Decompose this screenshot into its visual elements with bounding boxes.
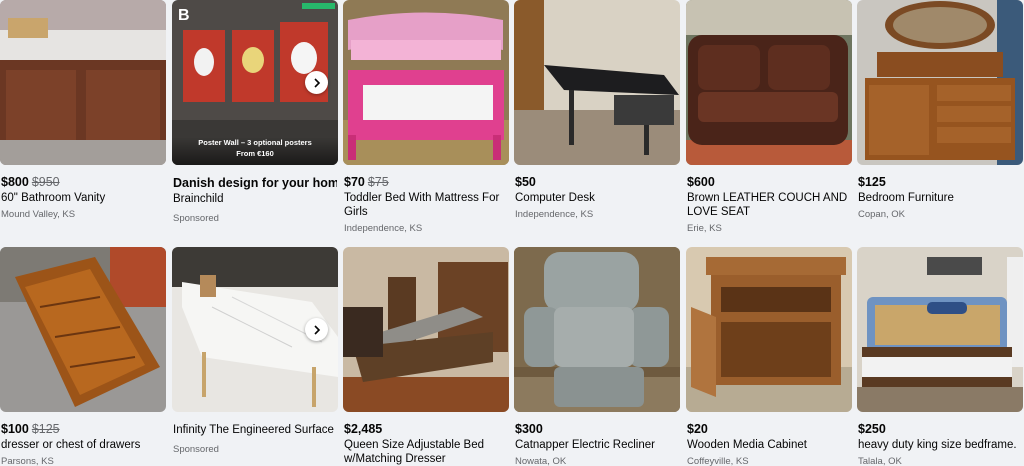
listing-price-line: $100 $125 xyxy=(1,422,165,437)
listing-location: Erie, KS xyxy=(687,223,722,234)
listing-title: dresser or chest of drawers xyxy=(1,439,141,451)
listing-price: $70 xyxy=(344,175,365,189)
listing-price-line: $600 xyxy=(687,175,851,190)
listing-location: Talala, OK xyxy=(858,456,902,466)
listing-title: 60" Bathroom Vanity xyxy=(1,192,106,204)
listing-photo[interactable] xyxy=(857,247,1023,412)
listing-location: Copan, OK xyxy=(858,209,905,220)
listing-price: $800 xyxy=(1,175,29,189)
brand-logo: B xyxy=(178,7,190,24)
listing-price: $300 xyxy=(515,422,543,436)
listing-location: Independence, KS xyxy=(344,223,423,234)
listing-card[interactable]: $300 Catnapper Electric Recliner Nowata,… xyxy=(514,247,680,466)
ad-caption-line-2: From €160 xyxy=(236,149,274,158)
next-image-button[interactable] xyxy=(305,318,328,341)
listing-photo[interactable] xyxy=(343,247,509,412)
listing-card[interactable]: $20 Wooden Media Cabinet Coffeyville, KS xyxy=(686,247,852,466)
listing-card[interactable]: $250 heavy duty king size bedframe. Tala… xyxy=(857,247,1023,466)
listing-old-price: $75 xyxy=(367,175,389,189)
listing-card[interactable]: $50 Computer Desk Independence, KS xyxy=(514,0,680,220)
listing-card[interactable]: $600 Brown LEATHER COUCH AND LOVE SEAT E… xyxy=(686,0,852,234)
listing-price-line: $70 $75 xyxy=(344,175,508,190)
listing-price: $600 xyxy=(687,175,715,189)
listing-price-line: $300 xyxy=(515,422,679,437)
listing-card[interactable]: $2,485 Queen Size Adjustable Bed w/Match… xyxy=(343,247,509,466)
ad-photo[interactable]: B Poster Wall – 3 optional posters From … xyxy=(172,0,338,165)
listing-location: Independence, KS xyxy=(515,209,594,220)
listing-price-line: $50 xyxy=(515,175,679,190)
listing-price: $125 xyxy=(858,175,886,189)
chevron-right-icon xyxy=(313,77,320,88)
listing-price: $50 xyxy=(515,175,536,189)
listing-photo[interactable] xyxy=(0,247,166,412)
sponsored-label: Sponsored xyxy=(173,444,219,455)
listing-photo[interactable] xyxy=(686,0,852,165)
listing-title: Computer Desk xyxy=(515,192,595,204)
listing-row-2: $100 $125 dresser or chest of drawers Par… xyxy=(0,247,1024,466)
listing-price: $250 xyxy=(858,422,886,436)
listing-photo[interactable] xyxy=(857,0,1023,165)
listing-price: $2,485 xyxy=(344,422,383,436)
listing-location: Mound Valley, KS xyxy=(1,209,76,220)
listing-card[interactable]: $100 $125 dresser or chest of drawers Par… xyxy=(0,247,166,466)
ad-caption-line-1: Poster Wall – 3 optional posters xyxy=(198,138,312,147)
listing-location: Coffeyville, KS xyxy=(687,456,749,466)
ad-title: Danish design for your home... xyxy=(173,176,337,190)
rating-stars-badge xyxy=(302,3,335,9)
ad-advertiser: Brainchild xyxy=(173,193,224,205)
next-image-button[interactable] xyxy=(305,71,328,94)
chevron-right-icon xyxy=(313,324,320,335)
listing-title: Wooden Media Cabinet xyxy=(687,439,807,451)
sponsored-card[interactable]: B Poster Wall – 3 optional posters From … xyxy=(172,0,338,224)
listing-location: Parsons, KS xyxy=(1,456,54,466)
listing-price-line: $20 xyxy=(687,422,851,437)
listing-price-line: $2,485 xyxy=(344,422,508,437)
listing-title: Toddler Bed With Mattress For Girls xyxy=(344,192,500,218)
listing-old-price: $950 xyxy=(31,175,60,189)
listing-location: Nowata, OK xyxy=(515,456,567,466)
listing-price-line: $125 xyxy=(858,175,1022,190)
listing-row-1: $800 $950 60" Bathroom Vanity Mound Valle… xyxy=(0,0,1024,234)
listing-card[interactable]: $800 $950 60" Bathroom Vanity Mound Valle… xyxy=(0,0,166,220)
ad-caption: Poster Wall – 3 optional posters From €1… xyxy=(172,137,338,165)
listing-photo[interactable] xyxy=(686,247,852,412)
listing-old-price: $125 xyxy=(31,422,60,436)
sponsored-card[interactable]: Infinity The Engineered Surface Sponsore… xyxy=(172,247,338,466)
listing-title: Queen Size Adjustable Bed w/Matching Dre… xyxy=(344,439,485,465)
listing-title: Catnapper Electric Recliner xyxy=(515,439,655,451)
listing-price-line: $250 xyxy=(858,422,1022,437)
listing-price: $20 xyxy=(687,422,708,436)
listing-title: heavy duty king size bedframe. xyxy=(858,439,1017,451)
listing-photo[interactable] xyxy=(514,0,680,165)
ad-photo[interactable] xyxy=(172,247,338,412)
listing-title: Bedroom Furniture xyxy=(858,192,954,204)
listing-title: Brown LEATHER COUCH AND LOVE SEAT xyxy=(687,192,848,218)
listing-price: $100 xyxy=(1,422,29,436)
listing-card[interactable]: $125 Bedroom Furniture Copan, OK xyxy=(857,0,1023,220)
listing-photo[interactable] xyxy=(0,0,166,165)
listing-photo[interactable] xyxy=(514,247,680,412)
ad-title: Infinity The Engineered Surface xyxy=(173,424,334,436)
listing-card[interactable]: $70 $75 Toddler Bed With Mattress For Gir… xyxy=(343,0,509,234)
sponsored-label: Sponsored xyxy=(173,213,219,224)
listing-photo[interactable] xyxy=(343,0,509,165)
listing-price-line: $800 $950 xyxy=(1,175,165,190)
